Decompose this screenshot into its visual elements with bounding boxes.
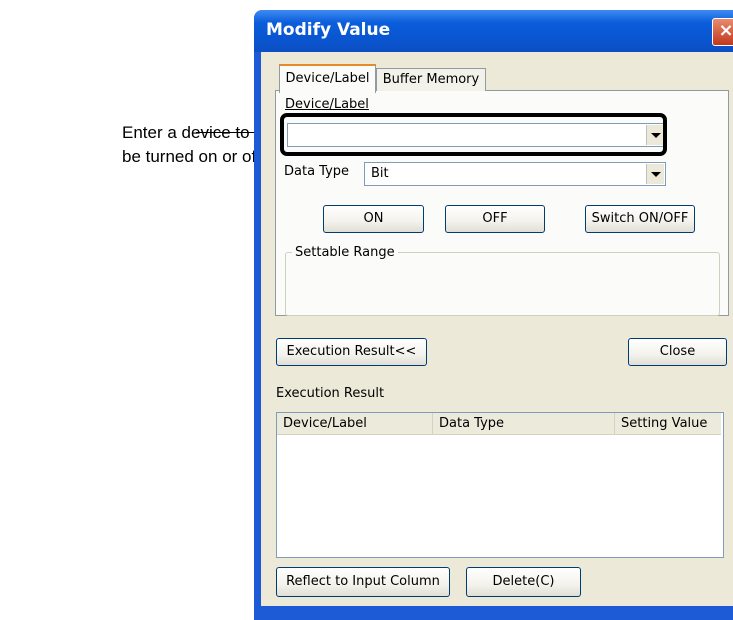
column-header-setting-value[interactable]: Setting Value (615, 413, 721, 434)
chevron-down-icon[interactable] (646, 164, 664, 184)
annotation-line-2: be turned on or off. (122, 147, 266, 166)
annotation-text: Enter a device to be turned on or off. (122, 121, 265, 169)
callout-highlight-box (280, 113, 667, 156)
reflect-to-input-column-button[interactable]: Reflect to Input Column (276, 567, 450, 597)
tab-buffer-memory[interactable]: Buffer Memory (376, 68, 486, 91)
close-button[interactable]: Close (628, 338, 727, 366)
data-type-select[interactable]: Bit (364, 162, 666, 186)
annotation-line-1: Enter a device to (122, 123, 250, 142)
data-type-value: Bit (371, 166, 389, 181)
dialog-title: Modify Value (266, 20, 391, 40)
delete-button[interactable]: Delete(C) (466, 567, 581, 597)
column-header-device-label[interactable]: Device/Label (277, 413, 433, 434)
close-icon[interactable]: × (712, 18, 733, 46)
settable-range-label: Settable Range (292, 245, 398, 260)
data-type-caption: Data Type (284, 164, 350, 179)
column-header-data-type[interactable]: Data Type (433, 413, 615, 434)
on-button[interactable]: ON (323, 205, 424, 233)
tab-device-label[interactable]: Device/Label (279, 64, 376, 93)
execution-result-toggle-button[interactable]: Execution Result<< (276, 338, 427, 366)
switch-on-off-button[interactable]: Switch ON/OFF (585, 205, 695, 233)
off-button[interactable]: OFF (445, 205, 545, 233)
device-label-caption: Device/Label (285, 97, 369, 112)
execution-result-label: Execution Result (276, 386, 385, 401)
settable-range-group (285, 252, 720, 316)
